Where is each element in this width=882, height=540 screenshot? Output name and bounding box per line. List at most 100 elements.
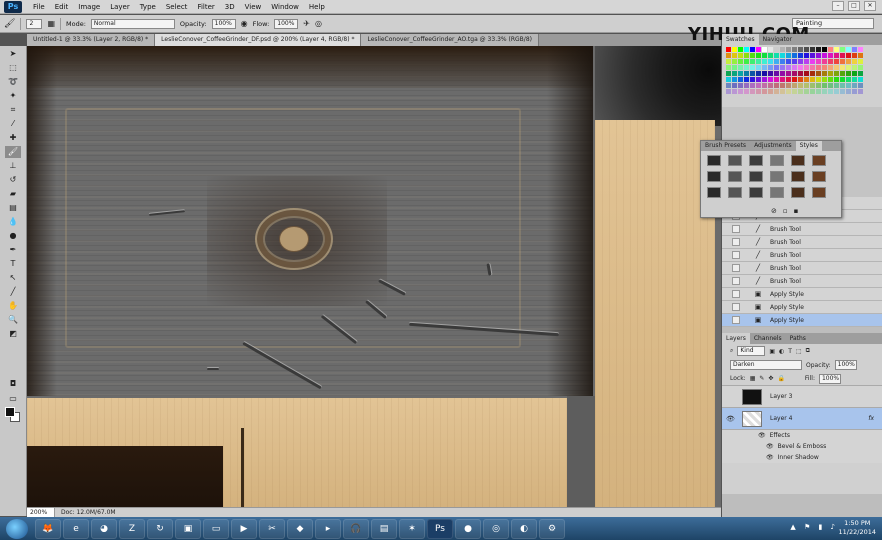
- color-swatch[interactable]: [780, 71, 785, 76]
- color-swatch[interactable]: [846, 83, 851, 88]
- color-swatch[interactable]: [732, 71, 737, 76]
- color-swatch[interactable]: [762, 89, 767, 94]
- style-preset[interactable]: [728, 187, 742, 198]
- visibility-eye-icon[interactable]: 👁: [726, 415, 736, 423]
- color-swatch[interactable]: [804, 83, 809, 88]
- color-swatch[interactable]: [744, 59, 749, 64]
- color-swatch[interactable]: [840, 83, 845, 88]
- color-swatch[interactable]: [816, 77, 821, 82]
- history-item[interactable]: ╱ Brush Tool: [722, 223, 882, 236]
- color-swatch[interactable]: [822, 59, 827, 64]
- color-swatch[interactable]: [780, 89, 785, 94]
- color-swatch[interactable]: [798, 47, 803, 52]
- color-swatch[interactable]: [726, 83, 731, 88]
- color-swatch[interactable]: [810, 77, 815, 82]
- filter-adjust-icon[interactable]: ◐: [779, 348, 784, 355]
- layer-kind-select[interactable]: Kind: [737, 346, 766, 356]
- start-button[interactable]: [6, 518, 28, 539]
- tab-channels[interactable]: Channels: [750, 333, 786, 344]
- layer-row-selected[interactable]: 👁 Layer 4 fx: [722, 408, 882, 430]
- color-swatch[interactable]: [726, 65, 731, 70]
- color-swatch[interactable]: [744, 77, 749, 82]
- color-swatch[interactable]: [732, 83, 737, 88]
- color-swatch[interactable]: [804, 71, 809, 76]
- foreground-color-swatch[interactable]: [5, 407, 15, 417]
- tab-coffee-grinder-df[interactable]: LeslieConover_CoffeeGrinder_DF.psd @ 200…: [155, 34, 362, 46]
- color-swatch[interactable]: [810, 47, 815, 52]
- style-preset[interactable]: [791, 171, 805, 182]
- color-swatch[interactable]: [822, 71, 827, 76]
- tab-paths[interactable]: Paths: [786, 333, 810, 344]
- style-preset[interactable]: [707, 187, 721, 198]
- color-swatch[interactable]: [750, 65, 755, 70]
- color-swatch[interactable]: [792, 47, 797, 52]
- color-swatch[interactable]: [768, 71, 773, 76]
- sync-app-icon[interactable]: ↻: [147, 518, 173, 539]
- color-swatch[interactable]: [792, 59, 797, 64]
- video-app-icon[interactable]: ▶: [231, 518, 257, 539]
- lock-all-icon[interactable]: 🔒: [777, 375, 784, 382]
- color-swatch[interactable]: [756, 89, 761, 94]
- color-swatch[interactable]: [756, 65, 761, 70]
- color-swatch[interactable]: [774, 53, 779, 58]
- mode-select[interactable]: Normal: [90, 18, 175, 29]
- style-preset[interactable]: [728, 171, 742, 182]
- color-swatch[interactable]: [810, 89, 815, 94]
- history-item[interactable]: ▣ Apply Style: [722, 288, 882, 301]
- color-swatch[interactable]: [804, 53, 809, 58]
- history-snapshot-checkbox[interactable]: [732, 277, 740, 285]
- color-swatch[interactable]: [816, 89, 821, 94]
- color-swatch[interactable]: [858, 77, 863, 82]
- color-swatch[interactable]: [858, 59, 863, 64]
- style-preset[interactable]: [728, 155, 742, 166]
- move-tool-icon[interactable]: ➤: [5, 48, 21, 60]
- color-swatch[interactable]: [846, 53, 851, 58]
- tab-brush-presets[interactable]: Brush Presets: [701, 141, 750, 151]
- color-swatch[interactable]: [738, 65, 743, 70]
- lock-move-icon[interactable]: ✥: [768, 375, 773, 382]
- color-swatch[interactable]: [726, 89, 731, 94]
- filter-pixel-icon[interactable]: ▣: [769, 348, 775, 355]
- document-canvas[interactable]: [27, 46, 721, 507]
- dropbox-icon[interactable]: ◆: [287, 518, 313, 539]
- color-swatch[interactable]: [828, 77, 833, 82]
- color-swatch[interactable]: [804, 77, 809, 82]
- color-swatch[interactable]: [816, 59, 821, 64]
- quick-mask-icon[interactable]: ◘: [5, 378, 21, 390]
- effect-row[interactable]: 👁 Inner Shadow: [722, 452, 882, 463]
- opacity-field[interactable]: 100%: [211, 18, 236, 29]
- color-swatch[interactable]: [768, 59, 773, 64]
- menu-layer[interactable]: Layer: [105, 3, 135, 11]
- color-swatch[interactable]: [786, 59, 791, 64]
- color-swatch[interactable]: [804, 59, 809, 64]
- zoom-tool-icon[interactable]: 🔍: [5, 314, 21, 326]
- color-swatch[interactable]: [750, 83, 755, 88]
- history-item[interactable]: ╱ Brush Tool: [722, 236, 882, 249]
- dodge-tool-icon[interactable]: ●: [5, 230, 21, 242]
- default-colors-icon[interactable]: ◩: [5, 328, 21, 340]
- color-swatch[interactable]: [738, 59, 743, 64]
- style-preset[interactable]: [812, 155, 826, 166]
- 3d-app-icon[interactable]: ✶: [399, 518, 425, 539]
- close-button[interactable]: ✕: [864, 1, 876, 11]
- menu-window[interactable]: Window: [266, 3, 304, 11]
- color-swatch[interactable]: [756, 77, 761, 82]
- color-swatch[interactable]: [726, 71, 731, 76]
- color-swatch[interactable]: [816, 71, 821, 76]
- new-style-icon[interactable]: ▫: [783, 207, 794, 215]
- color-swatch[interactable]: [828, 53, 833, 58]
- style-preset[interactable]: [749, 155, 763, 166]
- color-swatch[interactable]: [834, 77, 839, 82]
- color-swatch[interactable]: [852, 83, 857, 88]
- color-swatch[interactable]: [774, 65, 779, 70]
- color-swatch[interactable]: [852, 71, 857, 76]
- eyedropper-tool-icon[interactable]: ⁄: [5, 118, 21, 130]
- clear-style-icon[interactable]: ⊘: [771, 207, 783, 215]
- color-swatch[interactable]: [726, 77, 731, 82]
- history-item[interactable]: ▣ Apply Style: [722, 301, 882, 314]
- red-app-icon[interactable]: ●: [455, 518, 481, 539]
- headphones-app-icon[interactable]: 🎧: [343, 518, 369, 539]
- color-swatch[interactable]: [792, 77, 797, 82]
- color-swatch[interactable]: [786, 89, 791, 94]
- color-swatch[interactable]: [810, 71, 815, 76]
